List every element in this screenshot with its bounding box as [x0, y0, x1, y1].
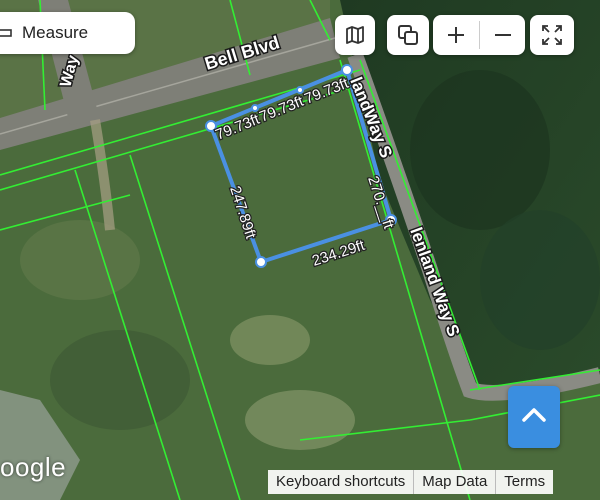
map-type-button[interactable]	[335, 15, 375, 55]
copy-button[interactable]	[387, 15, 429, 55]
map-icon	[344, 24, 366, 46]
ruler-icon	[0, 25, 12, 41]
plus-icon	[446, 25, 466, 45]
zoom-out-button[interactable]	[480, 15, 525, 55]
google-logo: oogle	[0, 452, 67, 482]
measure-button[interactable]: Measure	[0, 12, 135, 54]
scroll-up-button[interactable]	[508, 386, 560, 448]
chevron-up-icon	[521, 406, 547, 429]
zoom-in-button[interactable]	[433, 15, 478, 55]
keyboard-shortcuts-link[interactable]: Keyboard shortcuts	[268, 470, 413, 494]
zoom-controls	[433, 15, 525, 55]
fullscreen-button[interactable]	[530, 15, 574, 55]
map-data-link[interactable]: Map Data	[414, 470, 495, 494]
measure-label: Measure	[22, 23, 89, 42]
terms-link[interactable]: Terms	[496, 470, 553, 494]
map-attribution: Keyboard shortcuts Map Data Terms	[268, 470, 554, 494]
fullscreen-icon	[540, 23, 564, 47]
copy-icon	[396, 23, 420, 47]
minus-icon	[493, 25, 513, 45]
